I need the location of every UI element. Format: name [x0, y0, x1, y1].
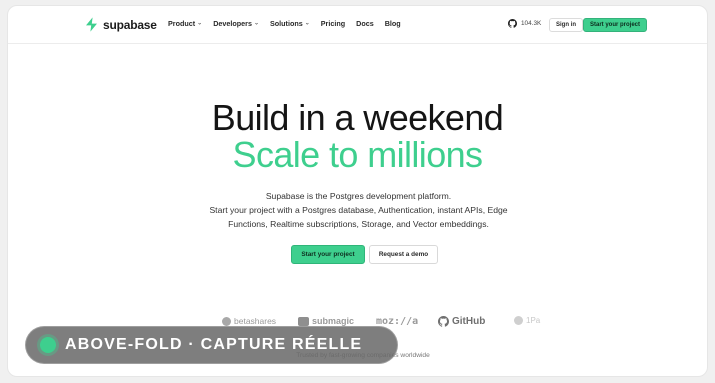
nav-item-blog[interactable]: Blog [385, 19, 401, 28]
nav-item-label: Developers [213, 19, 252, 28]
nav-item-pricing[interactable]: Pricing [321, 19, 345, 28]
hero-subtitle: Supabase is the Postgres development pla… [148, 189, 569, 231]
logo-label: submagic [312, 316, 355, 326]
chevron-down-icon: ⌄ [304, 20, 310, 27]
sign-in-button[interactable]: Sign in [549, 18, 583, 32]
request-demo-button[interactable]: Request a demo [369, 245, 438, 264]
hero-subtitle-line: Supabase is the Postgres development pla… [265, 191, 452, 201]
hero-subtitle-line: Functions, Realtime subscriptions, Stora… [228, 219, 489, 229]
status-dot-icon [40, 337, 56, 353]
nav-item-product[interactable]: Product ⌄ [168, 19, 202, 28]
nav-item-label: Docs [356, 19, 374, 28]
supabase-bolt-icon [86, 17, 97, 32]
logo-label: GitHub [452, 316, 486, 327]
nav-item-label: Blog [384, 19, 401, 28]
logo-label: 1Pa [526, 316, 541, 325]
supabase-logo[interactable]: supabase [85, 17, 157, 32]
top-navbar: supabase Product ⌄ Developers ⌄ Solution… [8, 6, 707, 44]
logo-betashares: betashares [222, 316, 276, 326]
logo-submagic: submagic [298, 316, 354, 326]
github-star-count: 104.3K [521, 20, 542, 27]
submagic-icon [298, 316, 309, 326]
chevron-down-icon: ⌄ [197, 20, 203, 27]
hero-subtitle-line: Start your project with a Postgres datab… [209, 205, 508, 215]
capture-badge-label: ABOVE-FOLD · CAPTURE RÉELLE [65, 336, 363, 353]
start-project-button[interactable]: Start your project [291, 245, 365, 264]
capture-badge: ABOVE-FOLD · CAPTURE RÉELLE [25, 326, 398, 364]
nav-item-label: Pricing [320, 19, 346, 28]
nav-start-project-button[interactable]: Start your project [583, 18, 648, 32]
betashares-icon [222, 316, 231, 326]
browser-frame: supabase Product ⌄ Developers ⌄ Solution… [7, 5, 708, 377]
nav-menu: Product ⌄ Developers ⌄ Solutions ⌄ Prici… [168, 19, 401, 28]
github-icon [508, 19, 517, 28]
github-icon [438, 316, 449, 327]
logo-github: GitHub [438, 316, 485, 327]
nav-item-developers[interactable]: Developers ⌄ [213, 19, 259, 28]
logo-text: supabase [103, 17, 157, 32]
hero-title-line2: Scale to millions [232, 134, 484, 175]
logo-1password: 1Pa [514, 316, 540, 325]
github-stars-link[interactable]: 104.3K [508, 19, 541, 28]
1password-icon [514, 316, 523, 325]
nav-item-solutions[interactable]: Solutions ⌄ [270, 19, 310, 28]
hero-title-line1: Build in a weekend [211, 97, 504, 138]
nav-item-label: Solutions [269, 19, 303, 28]
nav-item-docs[interactable]: Docs [356, 19, 374, 28]
nav-item-label: Product [168, 19, 196, 28]
logo-label: betashares [234, 316, 277, 326]
chevron-down-icon: ⌄ [253, 20, 259, 27]
